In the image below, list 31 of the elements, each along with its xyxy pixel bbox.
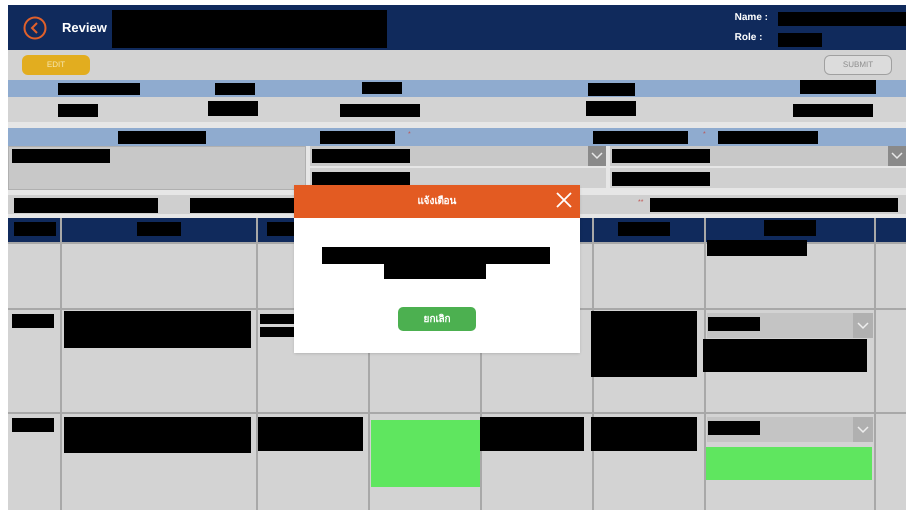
chevron-down-icon[interactable] xyxy=(888,146,906,166)
role-label: Role : xyxy=(734,31,764,45)
redaction-block xyxy=(708,421,760,435)
redaction-block xyxy=(764,220,816,236)
redaction-block xyxy=(708,317,760,331)
cancel-button[interactable]: ยกเลิก xyxy=(398,307,476,331)
back-icon[interactable] xyxy=(23,16,47,40)
redaction-block xyxy=(208,101,258,116)
redaction-block xyxy=(215,83,255,95)
redaction-block xyxy=(260,327,295,337)
redaction-block xyxy=(362,82,402,94)
redaction-block xyxy=(260,314,295,324)
name-label: Name : xyxy=(734,11,768,25)
page-title: Review xyxy=(62,18,107,37)
redaction-block xyxy=(586,101,636,116)
chevron-down-icon[interactable] xyxy=(588,146,606,166)
redaction-block xyxy=(267,222,294,236)
redaction-block xyxy=(618,222,670,236)
dropdown-field[interactable] xyxy=(707,417,873,442)
dropdown-field[interactable] xyxy=(707,313,873,338)
redaction-block xyxy=(12,418,54,432)
dialog-title: แจ้งเตือน xyxy=(418,194,456,209)
redaction-block xyxy=(137,222,181,236)
edit-button[interactable]: EDIT xyxy=(22,55,90,75)
redaction-block xyxy=(588,83,635,96)
close-icon[interactable] xyxy=(555,191,573,209)
redaction-block xyxy=(778,33,822,47)
column-header xyxy=(876,218,906,242)
redaction-block xyxy=(12,314,54,328)
redaction-block xyxy=(14,222,56,236)
redaction-block xyxy=(58,104,98,117)
